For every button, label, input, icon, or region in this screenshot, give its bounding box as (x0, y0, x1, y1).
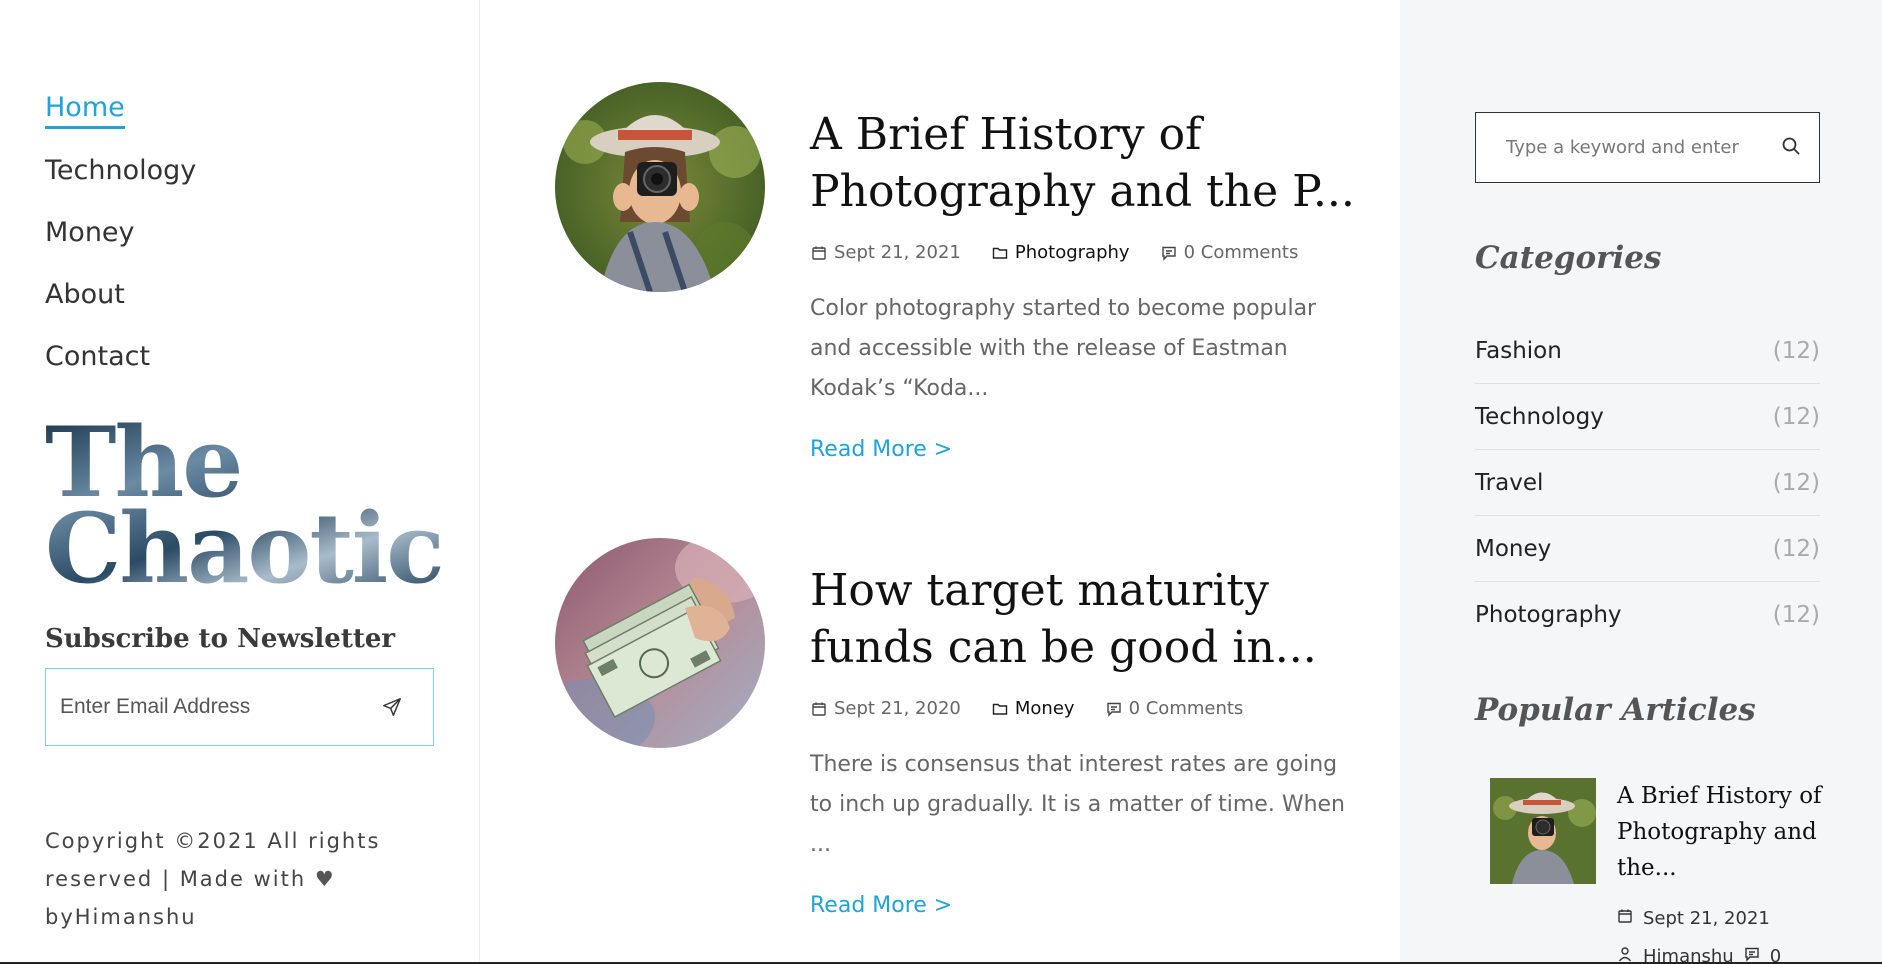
post-thumbnail[interactable] (555, 82, 765, 292)
post-thumbnail[interactable] (555, 538, 765, 748)
post-comments-link[interactable]: 0 Comments (1129, 698, 1244, 719)
search-input[interactable] (1506, 137, 1781, 158)
copyright-line-1: Copyright ©2021 All rights (45, 829, 381, 853)
nav-item-money[interactable]: Money (45, 217, 135, 249)
category-name: Photography (1475, 602, 1622, 628)
newsletter-email-input[interactable] (60, 695, 377, 719)
logo-line-2: Chaotic (45, 492, 443, 605)
post-body: A Brief History of Photography and the P… (810, 106, 1355, 462)
post-meta: Sept 21, 2020 Money 0 Comments (810, 698, 1355, 719)
comment-icon (1105, 700, 1123, 718)
calendar-icon (810, 700, 828, 718)
copyright-line-2: reserved | Made with ♥ (45, 860, 385, 898)
folder-icon (991, 700, 1009, 718)
popular-article-title[interactable]: A Brief History of Photography and the..… (1617, 778, 1827, 886)
category-count: (12) (1772, 403, 1820, 430)
send-icon[interactable] (377, 692, 407, 722)
category-count: (12) (1772, 469, 1820, 496)
category-name: Technology (1475, 403, 1604, 430)
calendar-icon (1617, 908, 1633, 929)
post-excerpt: Color photography started to become popu… (810, 296, 1317, 401)
post-date: Sept 21, 2020 (834, 698, 961, 719)
post-body: How target maturity funds can be good in… (810, 562, 1355, 918)
category-count: (12) (1772, 535, 1820, 562)
category-name: Fashion (1475, 337, 1562, 364)
post-meta: Sept 21, 2021 Photography 0 Comments (810, 242, 1355, 263)
popular-article-thumbnail[interactable] (1490, 778, 1596, 884)
category-item-photography[interactable]: Photography (12) (1475, 582, 1820, 648)
categories-title: Categories (1475, 240, 1662, 276)
category-item-money[interactable]: Money (12) (1475, 516, 1820, 582)
newsletter-form (45, 668, 434, 746)
post-comments-link[interactable]: 0 Comments (1184, 242, 1299, 263)
nav-item-contact[interactable]: Contact (45, 341, 150, 373)
copyright-line-3: byHimanshu (45, 905, 197, 929)
category-count: (12) (1772, 337, 1820, 364)
nav-item-about[interactable]: About (45, 279, 125, 311)
category-item-travel[interactable]: Travel (12) (1475, 450, 1820, 516)
category-item-technology[interactable]: Technology (12) (1475, 384, 1820, 450)
copyright-line-2-text: reserved | Made with (45, 867, 307, 891)
popular-article-date: Sept 21, 2021 (1643, 908, 1770, 929)
read-more-link[interactable]: Read More > (810, 437, 952, 462)
post-category-link[interactable]: Photography (1015, 242, 1130, 263)
category-item-fashion[interactable]: Fashion (12) (1475, 318, 1820, 384)
newsletter-title: Subscribe to Newsletter (45, 624, 396, 654)
site-logo[interactable]: The Chaotic (45, 420, 443, 592)
search-icon[interactable] (1781, 136, 1801, 160)
category-name: Travel (1475, 469, 1544, 496)
comment-icon (1160, 244, 1178, 262)
category-list: Fashion (12) Technology (12) Travel (12)… (1475, 318, 1820, 648)
post-title[interactable]: A Brief History of Photography and the P… (810, 106, 1355, 220)
left-sidebar: Home Technology Money About Contact The … (0, 0, 480, 964)
post-excerpt: There is consensus that interest rates a… (810, 752, 1345, 857)
right-sidebar: Categories Fashion (12) Technology (12) … (1400, 0, 1882, 964)
main-nav: Home Technology Money About Contact (45, 92, 196, 403)
search-box (1475, 112, 1820, 183)
folder-icon (991, 244, 1009, 262)
post-title[interactable]: How target maturity funds can be good in… (810, 562, 1355, 676)
nav-item-technology[interactable]: Technology (45, 155, 196, 187)
nav-item-home[interactable]: Home (45, 92, 125, 129)
post-category-link[interactable]: Money (1015, 698, 1075, 719)
read-more-link[interactable]: Read More > (810, 893, 952, 918)
post-date: Sept 21, 2021 (834, 242, 961, 263)
popular-articles-title: Popular Articles (1475, 692, 1756, 728)
popular-article-date-row: Sept 21, 2021 (1617, 908, 1770, 929)
post-list: A Brief History of Photography and the P… (481, 0, 1400, 964)
calendar-icon (810, 244, 828, 262)
copyright-text: Copyright ©2021 All rights reserved | Ma… (45, 822, 385, 936)
heart-icon: ♥ (314, 867, 336, 891)
category-name: Money (1475, 535, 1552, 562)
category-count: (12) (1772, 602, 1820, 628)
